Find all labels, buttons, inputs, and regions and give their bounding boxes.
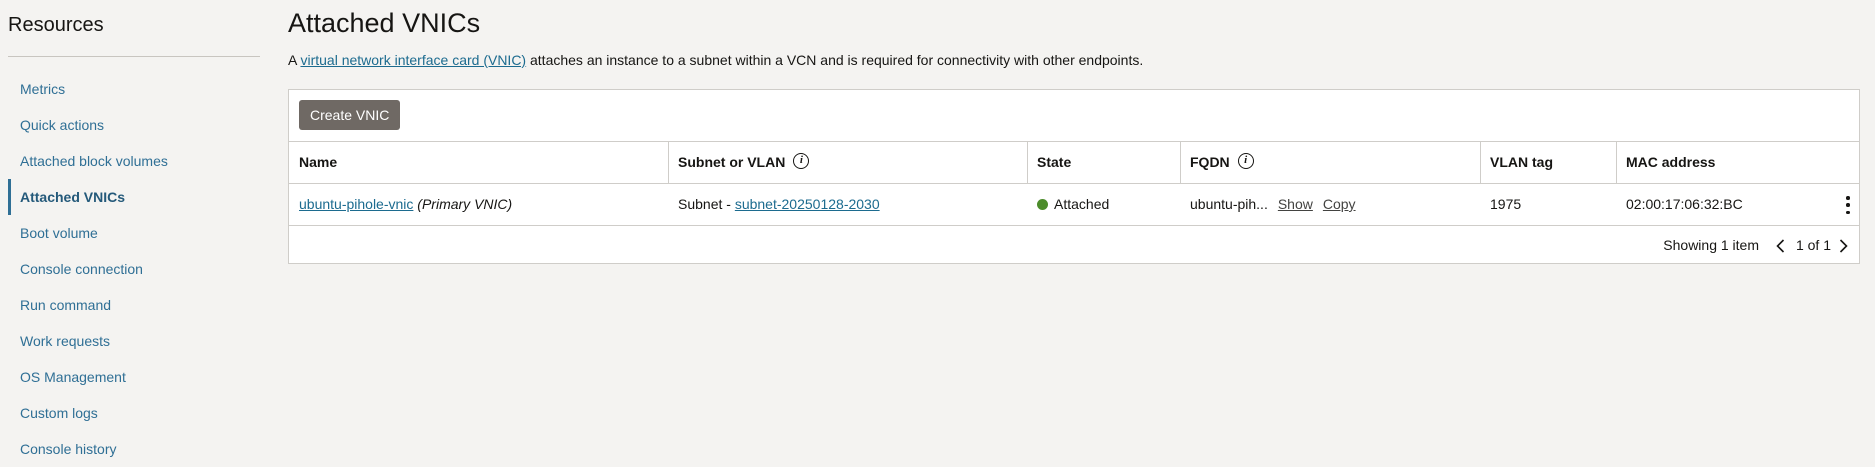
column-header-fqdn: FQDN i (1190, 142, 1254, 183)
table-header: Name Subnet or VLAN i State FQDN i VLAN ta… (289, 142, 1859, 184)
page-title: Attached VNICs (288, 8, 481, 38)
sidebar-item-work-requests[interactable]: Work requests (8, 323, 260, 359)
sidebar-item-boot-volume[interactable]: Boot volume (8, 215, 260, 251)
column-header-name: Name (299, 154, 338, 170)
cell-vlan-tag: 1975 (1490, 196, 1522, 212)
vnic-name-link[interactable]: ubuntu-pihole-vnic (299, 196, 413, 212)
fqdn-show-link[interactable]: Show (1278, 196, 1313, 212)
cell-state: Attached (1037, 184, 1109, 225)
primary-vnic-label: (Primary VNIC) (417, 196, 513, 212)
sidebar-item-console-history[interactable]: Console history (8, 431, 260, 467)
sidebar-item-quick-actions[interactable]: Quick actions (8, 107, 260, 143)
column-divider (1480, 142, 1481, 183)
cell-name: ubuntu-pihole-vnic (Primary VNIC) (299, 184, 512, 225)
column-header-subnet: Subnet or VLAN i (678, 142, 810, 183)
sidebar-item-os-management[interactable]: OS Management (8, 359, 260, 395)
column-header-mac-address: MAC address (1626, 154, 1716, 170)
resources-title: Resources (8, 14, 104, 36)
page-indicator: 1 of 1 (1795, 237, 1831, 253)
column-divider (1180, 142, 1181, 183)
cell-fqdn: ubuntu-pih... Show Copy (1190, 184, 1356, 225)
sidebar-nav: Metrics Quick actions Attached block vol… (8, 71, 260, 467)
sidebar-item-attached-vnics[interactable]: Attached VNICs (8, 179, 260, 215)
column-header-state: State (1037, 154, 1072, 170)
description-prefix: A (288, 52, 301, 68)
column-header-subnet-label: Subnet or VLAN (678, 154, 786, 170)
chevron-right-icon[interactable] (1835, 238, 1851, 254)
sidebar-divider (8, 56, 260, 57)
sidebar-item-attached-block-volumes[interactable]: Attached block volumes (8, 143, 260, 179)
sidebar-item-console-connection[interactable]: Console connection (8, 251, 260, 287)
chevron-left-icon[interactable] (1773, 238, 1789, 254)
resources-sidebar: Resources Metrics Quick actions Attached… (0, 0, 268, 465)
column-divider (1616, 142, 1617, 183)
description-suffix: attaches an instance to a subnet within … (526, 52, 1144, 68)
column-divider (668, 142, 669, 183)
subnet-prefix: Subnet - (678, 196, 735, 212)
column-header-vlan-tag: VLAN tag (1490, 154, 1553, 170)
table-footer: Showing 1 item 1 of 1 (289, 226, 1859, 265)
column-header-fqdn-label: FQDN (1190, 154, 1230, 170)
cell-mac-address: 02:00:17:06:32:BC (1626, 196, 1743, 212)
create-vnic-button[interactable]: Create VNIC (299, 100, 401, 130)
state-label: Attached (1054, 196, 1110, 212)
status-dot-icon (1037, 198, 1048, 210)
sidebar-item-run-command[interactable]: Run command (8, 287, 260, 323)
row-actions-kebab-icon[interactable] (1845, 196, 1851, 214)
table-toolbar: Create VNIC (289, 90, 1859, 142)
table-row: ubuntu-pihole-vnic (Primary VNIC) Subnet… (289, 184, 1859, 226)
fqdn-value: ubuntu-pih... (1190, 196, 1268, 212)
fqdn-copy-link[interactable]: Copy (1323, 196, 1356, 212)
showing-count: Showing 1 item (1663, 237, 1759, 253)
column-divider (1027, 142, 1028, 183)
sidebar-item-metrics[interactable]: Metrics (8, 71, 260, 107)
info-icon[interactable]: i (793, 153, 810, 170)
subnet-link[interactable]: subnet-20250128-2030 (735, 196, 880, 212)
page-description: A virtual network interface card (VNIC) … (288, 52, 1143, 68)
vnic-table-panel: Create VNIC Name Subnet or VLAN i State F… (288, 89, 1860, 264)
info-icon[interactable]: i (1237, 153, 1254, 170)
sidebar-item-custom-logs[interactable]: Custom logs (8, 395, 260, 431)
vnic-help-link[interactable]: virtual network interface card (VNIC) (300, 52, 526, 68)
cell-subnet: Subnet - subnet-20250128-2030 (678, 184, 880, 225)
